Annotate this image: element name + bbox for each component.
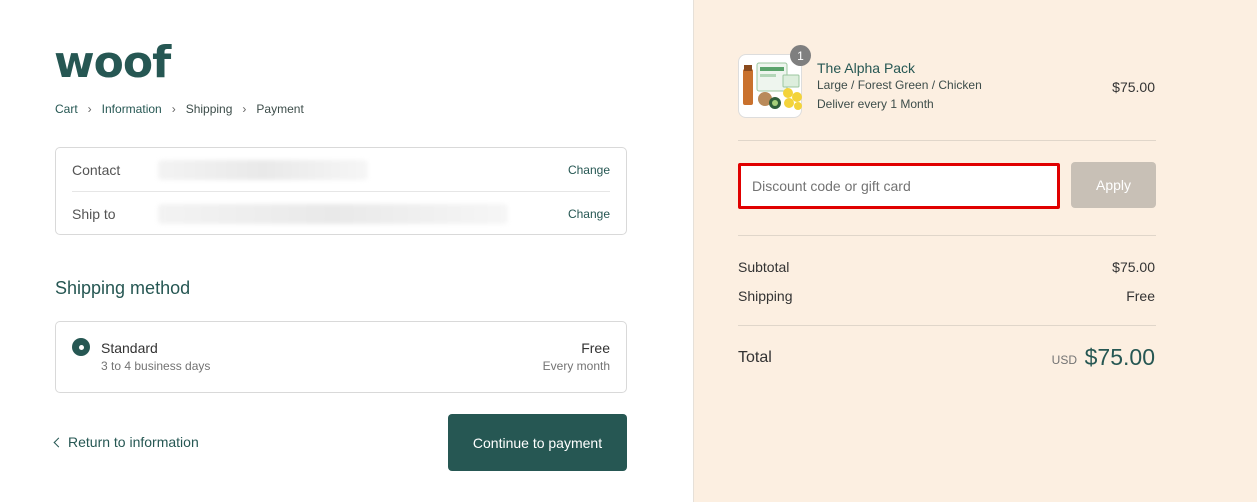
subtotal-value: $75.00	[1112, 259, 1155, 275]
breadcrumb-cart[interactable]: Cart	[55, 102, 78, 116]
total-label: Total	[738, 349, 772, 366]
contact-label: Contact	[72, 161, 121, 178]
shipping-option-frequency: Every month	[542, 359, 610, 373]
chevron-right-icon: ›	[171, 102, 176, 116]
total-currency: USD	[1051, 353, 1077, 367]
breadcrumb: Cart › Information › Shipping › Payment	[55, 102, 304, 116]
quantity-badge: 1	[790, 45, 811, 66]
change-ship-to-link[interactable]: Change	[568, 207, 610, 221]
ship-to-row: Ship to Change	[72, 192, 610, 236]
divider	[738, 325, 1156, 326]
product-delivery: Deliver every 1 Month	[817, 97, 934, 111]
total-value: $75.00	[1084, 344, 1155, 370]
shipping-option-standard[interactable]: Standard 3 to 4 business days Free Every…	[55, 321, 627, 393]
order-summary-panel: 1 The Alpha Pack Large / Forest Green / …	[693, 0, 1257, 502]
product-name: The Alpha Pack	[817, 60, 916, 76]
main-panel: woof Cart › Information › Shipping › Pay…	[0, 0, 693, 502]
chevron-right-icon: ›	[87, 102, 92, 116]
product-thumbnail: 1	[738, 45, 811, 118]
shipping-label: Shipping	[738, 288, 793, 304]
continue-to-payment-button[interactable]: Continue to payment	[448, 414, 627, 471]
shipping-option-price: Free	[581, 340, 610, 356]
shipping-method-title: Shipping method	[55, 278, 191, 298]
breadcrumb-shipping: Shipping	[185, 102, 233, 116]
discount-code-input[interactable]	[738, 163, 1060, 209]
return-link-label: Return to information	[68, 434, 199, 450]
shipping-radio[interactable]	[72, 338, 90, 356]
contact-row: Contact Change	[72, 148, 610, 192]
divider	[738, 140, 1156, 141]
chevron-right-icon: ›	[242, 102, 247, 116]
chevron-left-icon	[53, 437, 64, 448]
ship-to-value-redacted	[158, 204, 508, 224]
contact-value-redacted	[158, 159, 368, 180]
breadcrumb-payment: Payment	[256, 102, 304, 116]
change-contact-link[interactable]: Change	[568, 163, 610, 177]
shipping-option-name: Standard	[101, 340, 158, 356]
product-price: $75.00	[1112, 79, 1155, 95]
divider	[738, 235, 1156, 236]
logo-text: woof	[54, 37, 171, 88]
breadcrumb-information[interactable]: Information	[102, 102, 162, 116]
subtotal-label: Subtotal	[738, 259, 790, 275]
shipping-value: Free	[1126, 288, 1155, 304]
product-variant: Large / Forest Green / Chicken	[817, 78, 982, 92]
brand-logo[interactable]: woof	[54, 37, 171, 88]
shipping-option-detail: 3 to 4 business days	[101, 359, 211, 373]
ship-to-label: Ship to	[72, 206, 116, 222]
review-box: Contact Change Ship to Change	[55, 147, 627, 235]
return-to-information-link[interactable]: Return to information	[53, 434, 199, 450]
apply-discount-button[interactable]: Apply	[1071, 162, 1156, 208]
product-image	[743, 62, 802, 110]
